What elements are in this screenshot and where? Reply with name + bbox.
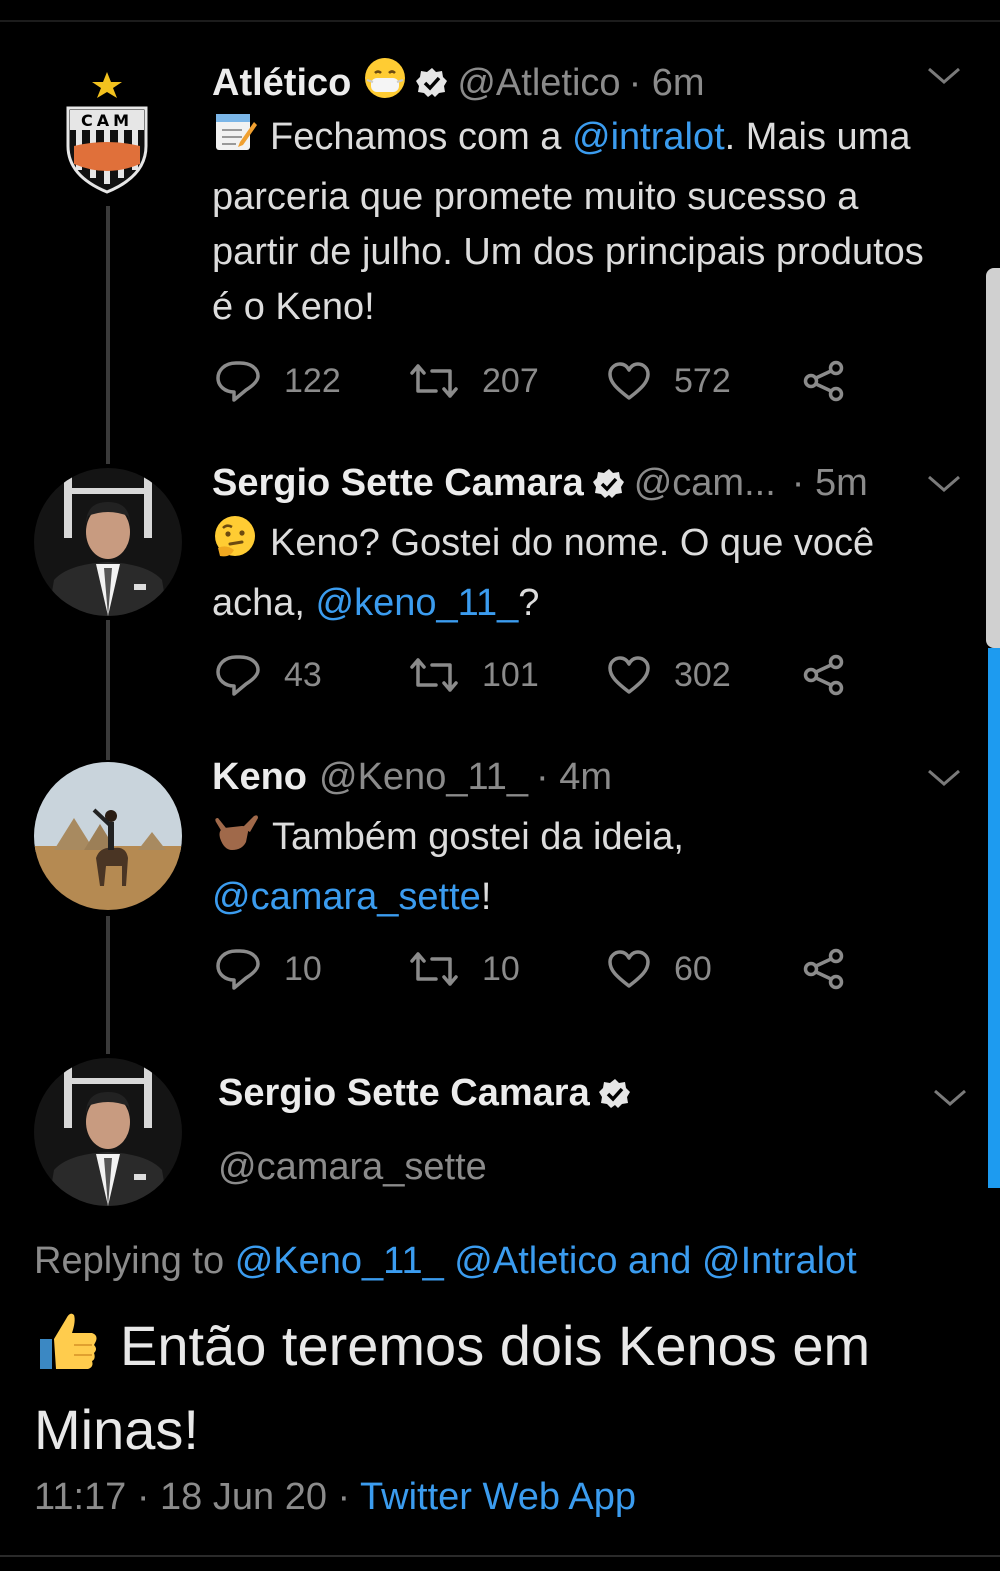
tweet-actions: 10 10 60 bbox=[214, 944, 874, 994]
main-author-name-row: Sergio Sette Camara bbox=[218, 1072, 640, 1115]
scrollbar-track[interactable] bbox=[988, 648, 1000, 1188]
heart-icon bbox=[608, 362, 650, 400]
tweet-header: Atlético @Atletico · 6m bbox=[212, 56, 705, 110]
verified-badge-icon bbox=[592, 467, 626, 501]
retweet-button[interactable]: 10 bbox=[408, 944, 520, 994]
main-tweet-text-content: Então teremos dois Kenos em Minas! bbox=[34, 1314, 871, 1461]
avatar-sergio[interactable] bbox=[34, 468, 182, 616]
verified-badge-icon bbox=[415, 66, 449, 100]
share-icon bbox=[803, 948, 844, 990]
thinking-face-emoji bbox=[212, 514, 258, 576]
author-handle[interactable]: @Keno_11_ bbox=[319, 756, 528, 799]
call-me-hand-emoji bbox=[212, 808, 260, 870]
main-tweet-text: Então teremos dois Kenos em Minas! bbox=[34, 1308, 974, 1468]
replying-to: Replying to @Keno_11_ @Atletico and @Int… bbox=[34, 1240, 857, 1283]
replying-label: Replying to bbox=[34, 1240, 225, 1282]
mask-face-emoji bbox=[363, 56, 407, 110]
retweet-icon bbox=[410, 952, 458, 986]
mention-link[interactable]: @camara_sette bbox=[212, 876, 481, 918]
retweet-count: 10 bbox=[482, 949, 520, 988]
chevron-down-icon[interactable] bbox=[932, 1088, 968, 1108]
tweet-timestamp: 11:17 · 18 Jun 20 · bbox=[34, 1476, 351, 1518]
reply-count: 10 bbox=[284, 949, 322, 988]
share-icon bbox=[803, 654, 844, 696]
chevron-down-icon[interactable] bbox=[926, 474, 962, 494]
reply-icon bbox=[216, 655, 260, 696]
author-name[interactable]: Atlético bbox=[212, 62, 351, 105]
tweet-header: Sergio Sette Camara @cam... · 5m bbox=[212, 462, 868, 505]
like-count: 60 bbox=[674, 949, 712, 988]
tweet-text-part: Fechamos com a bbox=[270, 116, 572, 159]
tweet-text-part: Keno? Gostei do nome. O que você acha, bbox=[212, 522, 875, 624]
author-name[interactable]: Sergio Sette Camara bbox=[218, 1072, 590, 1115]
bottom-divider bbox=[0, 1555, 1000, 1557]
reply-button[interactable]: 43 bbox=[214, 650, 322, 700]
retweet-button[interactable]: 207 bbox=[408, 356, 539, 406]
tweet-header: Keno @Keno_11_ · 4m bbox=[212, 756, 612, 799]
author-handle[interactable]: @camara_sette bbox=[218, 1146, 487, 1189]
tweet-meta: 11:17 · 18 Jun 20 · Twitter Web App bbox=[34, 1476, 636, 1519]
thread-line bbox=[106, 620, 110, 760]
reply-button[interactable]: 10 bbox=[214, 944, 322, 994]
like-button[interactable]: 302 bbox=[606, 650, 731, 700]
retweet-button[interactable]: 101 bbox=[408, 650, 539, 700]
tweet-time: · 5m bbox=[791, 462, 868, 504]
avatar-keno[interactable] bbox=[34, 762, 182, 910]
author-handle[interactable]: @Atletico bbox=[457, 62, 620, 105]
avatar-sergio-main[interactable] bbox=[34, 1058, 182, 1206]
heart-icon bbox=[608, 656, 650, 694]
author-name[interactable]: Sergio Sette Camara bbox=[212, 462, 584, 505]
tweet-actions: 43 101 302 bbox=[214, 650, 874, 700]
verified-badge-icon bbox=[598, 1077, 632, 1111]
chevron-down-icon[interactable] bbox=[926, 768, 962, 788]
reply-button[interactable]: 122 bbox=[214, 356, 341, 406]
tweet-source-link[interactable]: Twitter Web App bbox=[360, 1476, 636, 1518]
reply-icon bbox=[216, 361, 260, 402]
replying-mentions[interactable]: @Keno_11_ @Atletico and @Intralot bbox=[235, 1240, 857, 1282]
reply-count: 43 bbox=[284, 655, 322, 694]
tweet-text-part: ! bbox=[480, 876, 492, 918]
like-count: 302 bbox=[674, 655, 731, 694]
tweet-time: · 6m bbox=[628, 61, 705, 104]
mention-link[interactable]: @intralot bbox=[572, 116, 725, 158]
share-button[interactable] bbox=[802, 650, 868, 700]
share-button[interactable] bbox=[802, 356, 868, 406]
reply-count: 122 bbox=[284, 361, 341, 400]
avatar-atletico-crest[interactable]: CAM bbox=[62, 68, 152, 196]
author-handle[interactable]: @cam... bbox=[634, 462, 776, 505]
like-button[interactable]: 572 bbox=[606, 356, 731, 406]
tweet-text-part: Também gostei da ideia, bbox=[272, 816, 684, 859]
retweet-count: 207 bbox=[482, 361, 539, 400]
mention-link[interactable]: @keno_11_ bbox=[316, 582, 519, 624]
tweet-text-part: ? bbox=[518, 582, 540, 624]
tweet-text: Fechamos com a @intralot. Mais uma parce… bbox=[212, 108, 932, 335]
like-button[interactable]: 60 bbox=[606, 944, 712, 994]
thumbs-up-emoji bbox=[34, 1309, 102, 1392]
retweet-icon bbox=[410, 364, 458, 398]
share-icon bbox=[803, 360, 844, 402]
author-name[interactable]: Keno bbox=[212, 756, 307, 799]
retweet-count: 101 bbox=[482, 655, 539, 694]
tweet-actions: 122 207 572 bbox=[214, 356, 874, 406]
tweet-text: Keno? Gostei do nome. O que você acha, @… bbox=[212, 514, 932, 631]
tweet-time: · 4m bbox=[536, 756, 613, 798]
thread-line bbox=[106, 916, 110, 1054]
like-count: 572 bbox=[674, 361, 731, 400]
scrollbar-thumb[interactable] bbox=[986, 268, 1000, 648]
thread-line bbox=[106, 206, 110, 464]
reply-icon bbox=[216, 949, 260, 990]
heart-icon bbox=[608, 950, 650, 988]
tweet-text: Também gostei da ideia, @camara_sette! bbox=[212, 808, 932, 925]
chevron-down-icon[interactable] bbox=[926, 66, 962, 86]
svg-text:CAM: CAM bbox=[81, 111, 133, 130]
top-divider bbox=[0, 20, 1000, 22]
retweet-icon bbox=[410, 658, 458, 692]
memo-emoji bbox=[212, 108, 258, 170]
share-button[interactable] bbox=[802, 944, 868, 994]
